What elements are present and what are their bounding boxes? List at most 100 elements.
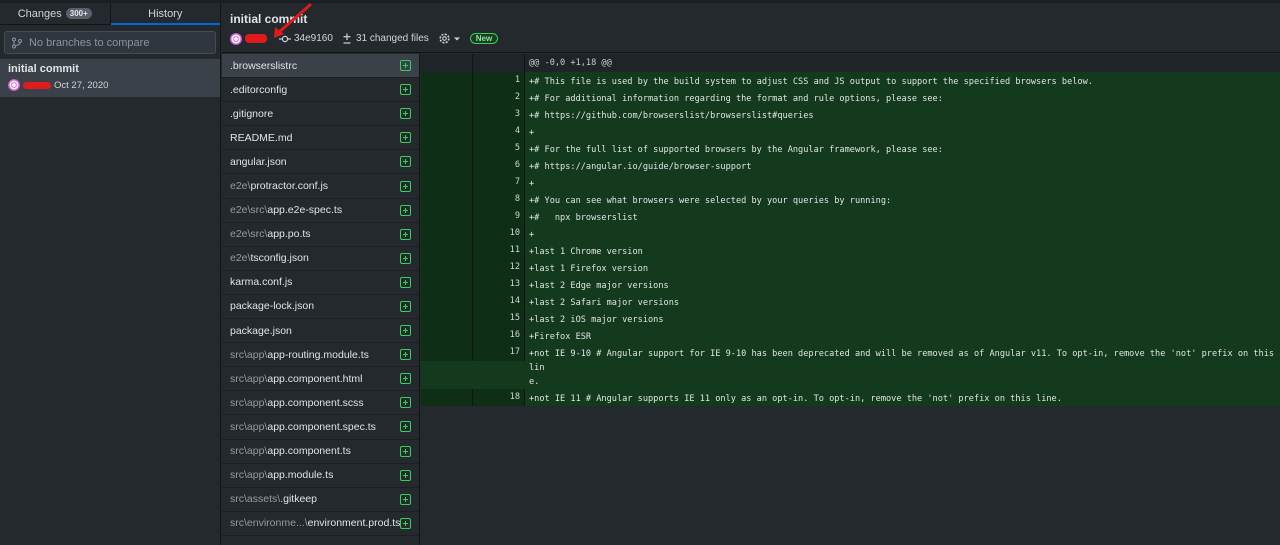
file-list-item[interactable]: package.json (222, 319, 419, 344)
file-path: .editorconfig (230, 84, 287, 96)
file-list-item[interactable]: src\app\app.component.ts (222, 440, 419, 464)
line-code: +# https://angular.io/guide/browser-supp… (529, 162, 752, 172)
diff-line[interactable]: 15 +last 2 iOS major versions (421, 310, 1280, 327)
file-list-item[interactable]: src\app\app.component.spec.ts (222, 415, 419, 440)
file-added-icon (400, 325, 411, 337)
diff-line[interactable]: 17 +not IE 9-10 # Angular support for IE … (421, 344, 1280, 389)
file-list-item[interactable]: src\assets\.gitkeep (222, 488, 419, 512)
tab-changes[interactable]: Changes 300+ (0, 3, 110, 24)
file-list-item[interactable]: README.md (222, 126, 419, 151)
file-list-item[interactable]: karma.conf.js (222, 271, 419, 295)
gutter-old (421, 174, 473, 191)
diff-line[interactable]: 16 +Firefox ESR (421, 327, 1280, 344)
diff-line[interactable]: 12 +last 1 Firefox version (421, 259, 1280, 276)
diff-line[interactable]: 11 +last 1 Chrome version (421, 242, 1280, 259)
sidebar-tabs: Changes 300+ History (0, 3, 220, 25)
file-list-item[interactable]: angular.json (222, 150, 419, 175)
file-path: e2e\src\app.e2e-spec.ts (230, 204, 342, 216)
diff-line[interactable]: 13 +last 2 Edge major versions (421, 276, 1280, 293)
line-code: +last 1 Chrome version (529, 247, 643, 257)
line-number: 7 (473, 174, 525, 191)
file-list-item[interactable]: src\app\app.component.scss (222, 391, 419, 416)
diff-settings-button[interactable] (438, 32, 461, 45)
diff-line[interactable]: 2 +# For additional information regarding… (421, 89, 1280, 106)
diff-view: @@ -0,0 +1,18 @@ 1 +# This file is used b… (421, 54, 1280, 406)
file-added-icon (400, 204, 411, 216)
diff-line[interactable]: 3 +# https://github.com/browserslist/brow… (421, 106, 1280, 123)
file-added-icon (400, 469, 411, 481)
tab-history[interactable]: History (109, 3, 221, 25)
gutter-new (473, 54, 525, 72)
diff-line[interactable]: 10 + (421, 225, 1280, 242)
gutter-old (421, 208, 473, 225)
file-dir: src\assets\ (230, 493, 281, 506)
gear-icon (439, 33, 450, 44)
file-dir: src\app\ (230, 372, 268, 385)
line-code: +# For additional information regarding … (529, 94, 943, 104)
line-number: 12 (473, 259, 525, 276)
file-name: app.component.scss (267, 396, 364, 409)
diff-line[interactable]: 1 +# This file is used by the build syste… (421, 72, 1280, 89)
changed-files-list: .browserslistrc .editorconfig .gitignore RE… (222, 54, 420, 545)
file-added-icon (400, 397, 411, 409)
diff-line[interactable]: 4 + (421, 123, 1280, 140)
commit-list-item[interactable]: initial commit Oct 27, 2020 (0, 59, 220, 97)
redacted-author (23, 81, 51, 89)
file-list-item[interactable]: src\app\app-routing.module.ts (222, 343, 419, 368)
file-name: tsconfig.json (250, 252, 309, 265)
file-name: .editorconfig (230, 83, 288, 96)
line-code: +last 2 Safari major versions (529, 298, 680, 308)
diff-line[interactable]: 8 +# You can see what browsers were selec… (421, 191, 1280, 208)
diff-line[interactable]: 7 + (421, 174, 1280, 191)
commit-title: initial commit (8, 63, 79, 75)
line-code: +last 1 Firefox version (529, 264, 648, 274)
file-name: app.component.spec.ts (267, 420, 376, 433)
file-name: package.json (230, 324, 292, 337)
line-code: +# https://github.com/browserslist/brows… (529, 111, 814, 121)
line-code: +last 2 Edge major versions (529, 281, 669, 291)
file-name: .browserslistrc (230, 59, 298, 72)
file-added-icon (400, 228, 411, 240)
line-number: 13 (473, 276, 525, 293)
line-code: +not IE 9-10 # Angular support for IE 9-… (529, 349, 1275, 387)
diff-line[interactable]: 6 +# https://angular.io/guide/browser-sup… (421, 157, 1280, 174)
line-number: 11 (473, 242, 525, 259)
file-name: app.component.ts (267, 445, 351, 458)
file-list-item[interactable]: .gitignore (222, 102, 419, 127)
file-list-item[interactable]: src\environme...\environment.prod.ts (222, 512, 419, 536)
gutter-old (421, 389, 473, 406)
gutter-old (421, 293, 473, 310)
diff-line[interactable]: 5 +# For the full list of supported brows… (421, 140, 1280, 157)
gutter-old (421, 191, 473, 208)
plus-minus-icon (343, 33, 351, 44)
diff-line[interactable]: 18 +not IE 11 # Angular supports IE 11 on… (421, 389, 1280, 406)
file-list-item[interactable]: e2e\tsconfig.json (222, 247, 419, 271)
diff-line[interactable]: 14 +last 2 Safari major versions (421, 293, 1280, 310)
line-number: 6 (473, 157, 525, 174)
file-list-item[interactable]: e2e\src\app.e2e-spec.ts (222, 199, 419, 223)
gutter-old (421, 310, 473, 327)
file-added-icon (400, 84, 411, 96)
changed-files-count: 31 changed files (355, 33, 429, 44)
diff-line[interactable]: 9 +# npx browserslist (421, 208, 1280, 225)
file-list-item[interactable]: package-lock.json (222, 295, 419, 320)
line-number: 17 (473, 344, 525, 361)
file-name: .gitkeep (280, 493, 317, 506)
file-name: angular.json (230, 155, 287, 168)
commit-date: Oct 27, 2020 (54, 79, 109, 91)
compare-branch-input[interactable]: No branches to compare (4, 31, 216, 54)
file-added-icon (400, 421, 411, 433)
file-path: README.md (230, 132, 292, 144)
file-list-item[interactable]: src\app\app.module.ts (222, 464, 419, 488)
file-list-item[interactable]: .editorconfig (222, 78, 419, 103)
file-added-icon (400, 493, 411, 505)
file-name: karma.conf.js (230, 276, 293, 289)
line-number: 16 (473, 327, 525, 344)
file-list-item[interactable]: src\app\app.component.html (222, 367, 419, 392)
line-number: 9 (473, 208, 525, 225)
file-list-item[interactable]: e2e\protractor.conf.js (222, 174, 419, 199)
file-path: src\app\app-routing.module.ts (230, 349, 369, 361)
file-list-item[interactable]: e2e\src\app.po.ts (222, 223, 419, 247)
file-dir: e2e\ (230, 252, 251, 265)
file-list-item[interactable]: .browserslistrc (222, 54, 419, 79)
